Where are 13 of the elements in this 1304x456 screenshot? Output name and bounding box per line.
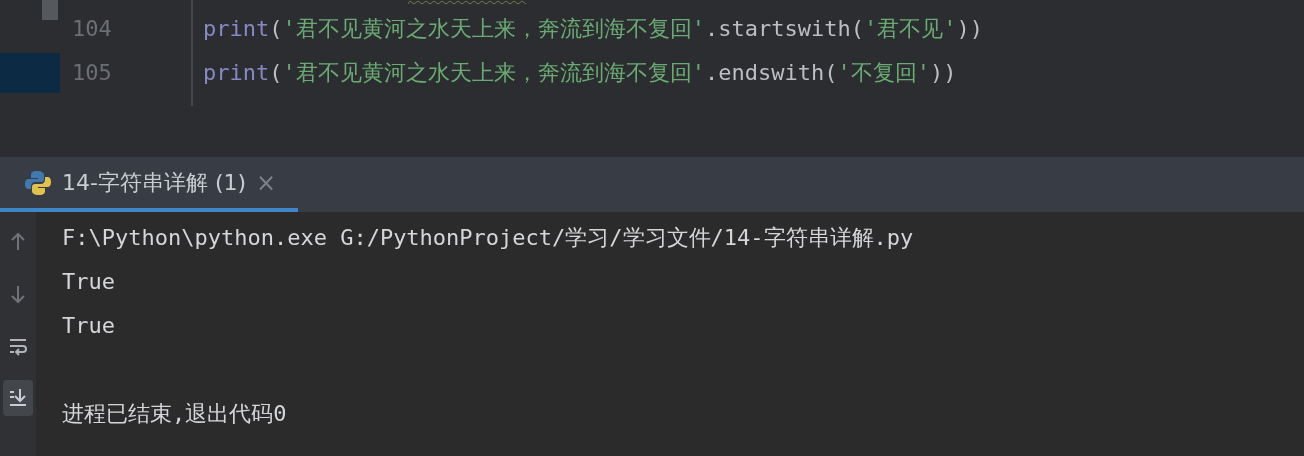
console-line: True xyxy=(62,268,116,296)
line-number: 105 xyxy=(71,59,113,87)
code-line: print('君不见黄河之水天上来，奔流到海不复回'.startswith('君不见')) xyxy=(202,15,984,43)
scrollbar-thumb[interactable] xyxy=(42,0,58,20)
console-line: True xyxy=(62,312,116,340)
scroll-to-end-icon xyxy=(8,387,28,409)
scroll-to-end-button[interactable] xyxy=(3,380,33,416)
code-line: print('君不见黄河之水天上来，奔流到海不复回'.endswith('不复回')) xyxy=(202,59,958,87)
python-icon xyxy=(24,168,52,197)
console-line: F:\Python\python.exe G:/PythonProject/学习/学习文件/14-字符串详解.py xyxy=(62,224,915,252)
console-line: 进程已结束,退出代码0 xyxy=(62,400,288,428)
line-number: 104 xyxy=(71,15,113,43)
down-arrow-icon xyxy=(8,283,28,305)
